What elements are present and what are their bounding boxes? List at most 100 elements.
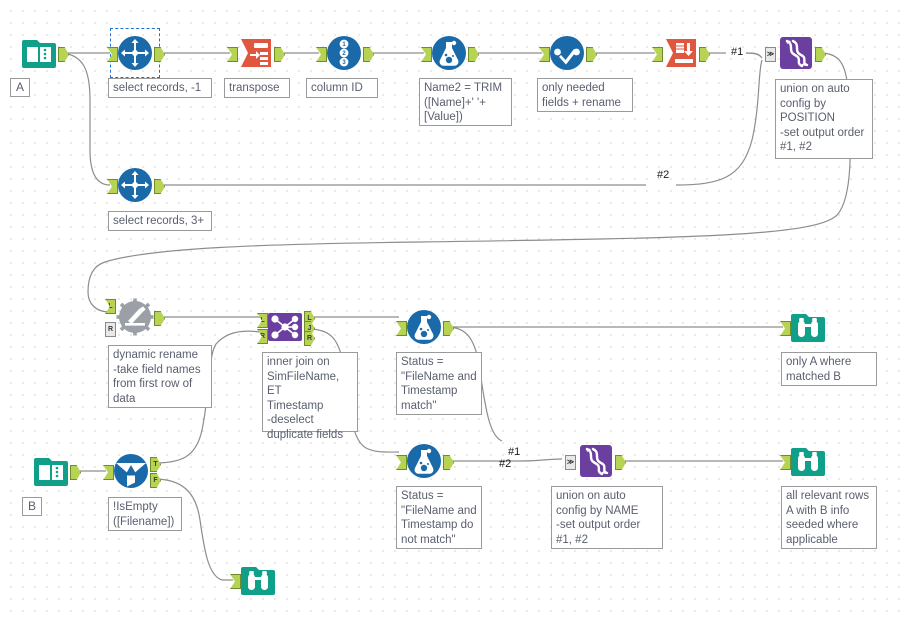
node-select-fields[interactable] [539,34,597,72]
node-union-position[interactable]: ≫ [765,34,826,72]
node-input-a[interactable] [20,34,69,72]
output-anchor[interactable] [154,179,165,194]
output-anchor[interactable] [815,47,826,62]
input-anchor[interactable] [107,47,118,62]
node-filter-isempty[interactable]: T F [103,452,161,490]
input-anchor[interactable] [230,574,241,589]
wire-label-union2-in2: #2 [499,458,512,470]
input-anchor[interactable] [421,47,432,62]
filter-output-true[interactable]: T [150,457,161,472]
multi-input-glyph: ≫ [766,51,775,58]
input-anchor[interactable] [652,47,663,62]
sample-records-icon [118,168,152,202]
output-anchor[interactable] [154,311,165,326]
input-anchor[interactable] [780,455,791,470]
comment-select-records-3: select records, 3+ [108,211,212,231]
browse-icon [791,314,825,342]
node-browse-matched[interactable] [780,308,827,346]
output-anchor[interactable] [363,47,374,62]
node-formula-match[interactable] [396,308,454,346]
input-anchor[interactable] [316,47,327,62]
comment-column-id: column ID [306,78,378,98]
anchor-label-R: R [259,333,266,340]
output-anchor[interactable] [443,321,454,336]
union-icon [780,37,812,69]
comment-filter-isempty: !IsEmpty ([Filename]) [108,497,182,531]
output-anchor[interactable] [586,47,597,62]
comment-transpose: transpose [224,78,290,98]
record-id-icon: 123 [327,36,361,70]
node-browse-all[interactable] [780,442,827,480]
node-transpose[interactable] [227,34,285,72]
comment-union-position: union on auto config by POSITION -set ou… [775,79,873,159]
anchor-label-L: L [108,303,113,310]
wire-label-union1-in2: #2 [657,169,670,181]
output-anchor[interactable] [443,455,454,470]
input-anchor[interactable] [396,455,407,470]
formula-icon [432,36,466,70]
input-anchor-left[interactable]: L [105,299,116,314]
union-input-anchor[interactable]: ≫ [765,47,776,62]
comment-browse-matched: only A where matched B [781,352,877,386]
input-anchor[interactable] [103,465,114,480]
comment-union-name: union on auto config by NAME -set output… [551,486,663,549]
transpose-icon [241,39,271,67]
comment-formula-match: Status = "FileName and Timestamp match" [396,352,482,415]
output-anchor[interactable] [274,47,285,62]
comment-dynamic-rename: dynamic rename -take field names from fi… [108,345,212,408]
comment-select-records-1: select records, -1 [108,78,212,98]
anchor-label-T: T [153,461,158,468]
node-input-b[interactable] [32,452,81,490]
workflow-canvas[interactable]: A select records, -1 transpose 1 2 3 col… [0,0,905,621]
node-select-records-1[interactable] [107,28,165,78]
node-union-name[interactable]: ≫ [565,442,626,480]
anchor-label-R: R [306,335,313,342]
input-anchor-right[interactable]: R [105,322,116,337]
tag-a: A [10,78,31,97]
input-anchor[interactable] [227,47,238,62]
comment-inner-join: inner join on SimFileName, ET Timestamp … [262,352,358,441]
anchor-label-L: L [260,317,265,324]
wire-label-union2-in1: #1 [508,446,521,458]
input-anchor[interactable] [107,179,118,194]
output-anchor[interactable] [468,47,479,62]
dynamic-rename-icon [116,298,154,336]
node-browse-empty[interactable] [230,561,277,599]
input-anchor[interactable] [780,321,791,336]
select-icon [550,36,584,70]
comment-formula-nomatch: Status = "FileName and Timestamp do not … [396,486,482,549]
node-select-records-3[interactable] [107,166,165,204]
node-column-id[interactable]: 123 [316,34,374,72]
input-data-icon [22,40,56,68]
input-anchor[interactable] [396,321,407,336]
join-input-left[interactable]: L [257,313,268,328]
formula-icon [407,310,441,344]
browse-icon [791,448,825,476]
output-anchor[interactable] [58,47,69,62]
input-data-icon [34,458,68,486]
output-anchor[interactable] [70,465,81,480]
sample-records-icon [118,36,152,70]
browse-icon [241,567,275,595]
filter-icon [114,454,148,488]
node-dynamic-rename[interactable]: L R [105,298,165,337]
multi-input-glyph: ≫ [566,459,575,466]
node-crosstab[interactable] [652,34,710,72]
node-inner-join[interactable]: L R L J R [257,308,315,346]
node-formula-name2[interactable] [421,34,479,72]
comment-select-fields: only needed fields + rename [537,78,633,112]
crosstab-icon [666,39,696,67]
wire-label-union1-in1: #1 [731,46,744,58]
comment-formula-name2: Name2 = TRIM ([Name]+' '+ [Value]) [419,78,512,126]
union-input-anchor[interactable]: ≫ [565,455,576,470]
output-anchor[interactable] [154,47,165,62]
anchor-label-F: F [153,477,158,484]
comment-browse-all: all relevant rows A with B info seeded w… [781,486,877,549]
filter-output-false[interactable]: F [150,473,161,488]
output-anchor[interactable] [615,455,626,470]
output-anchor[interactable] [699,47,710,62]
join-input-right[interactable]: R [257,329,268,344]
input-anchor[interactable] [539,47,550,62]
join-output-right[interactable]: R [304,331,315,346]
node-formula-nomatch[interactable] [396,442,454,480]
